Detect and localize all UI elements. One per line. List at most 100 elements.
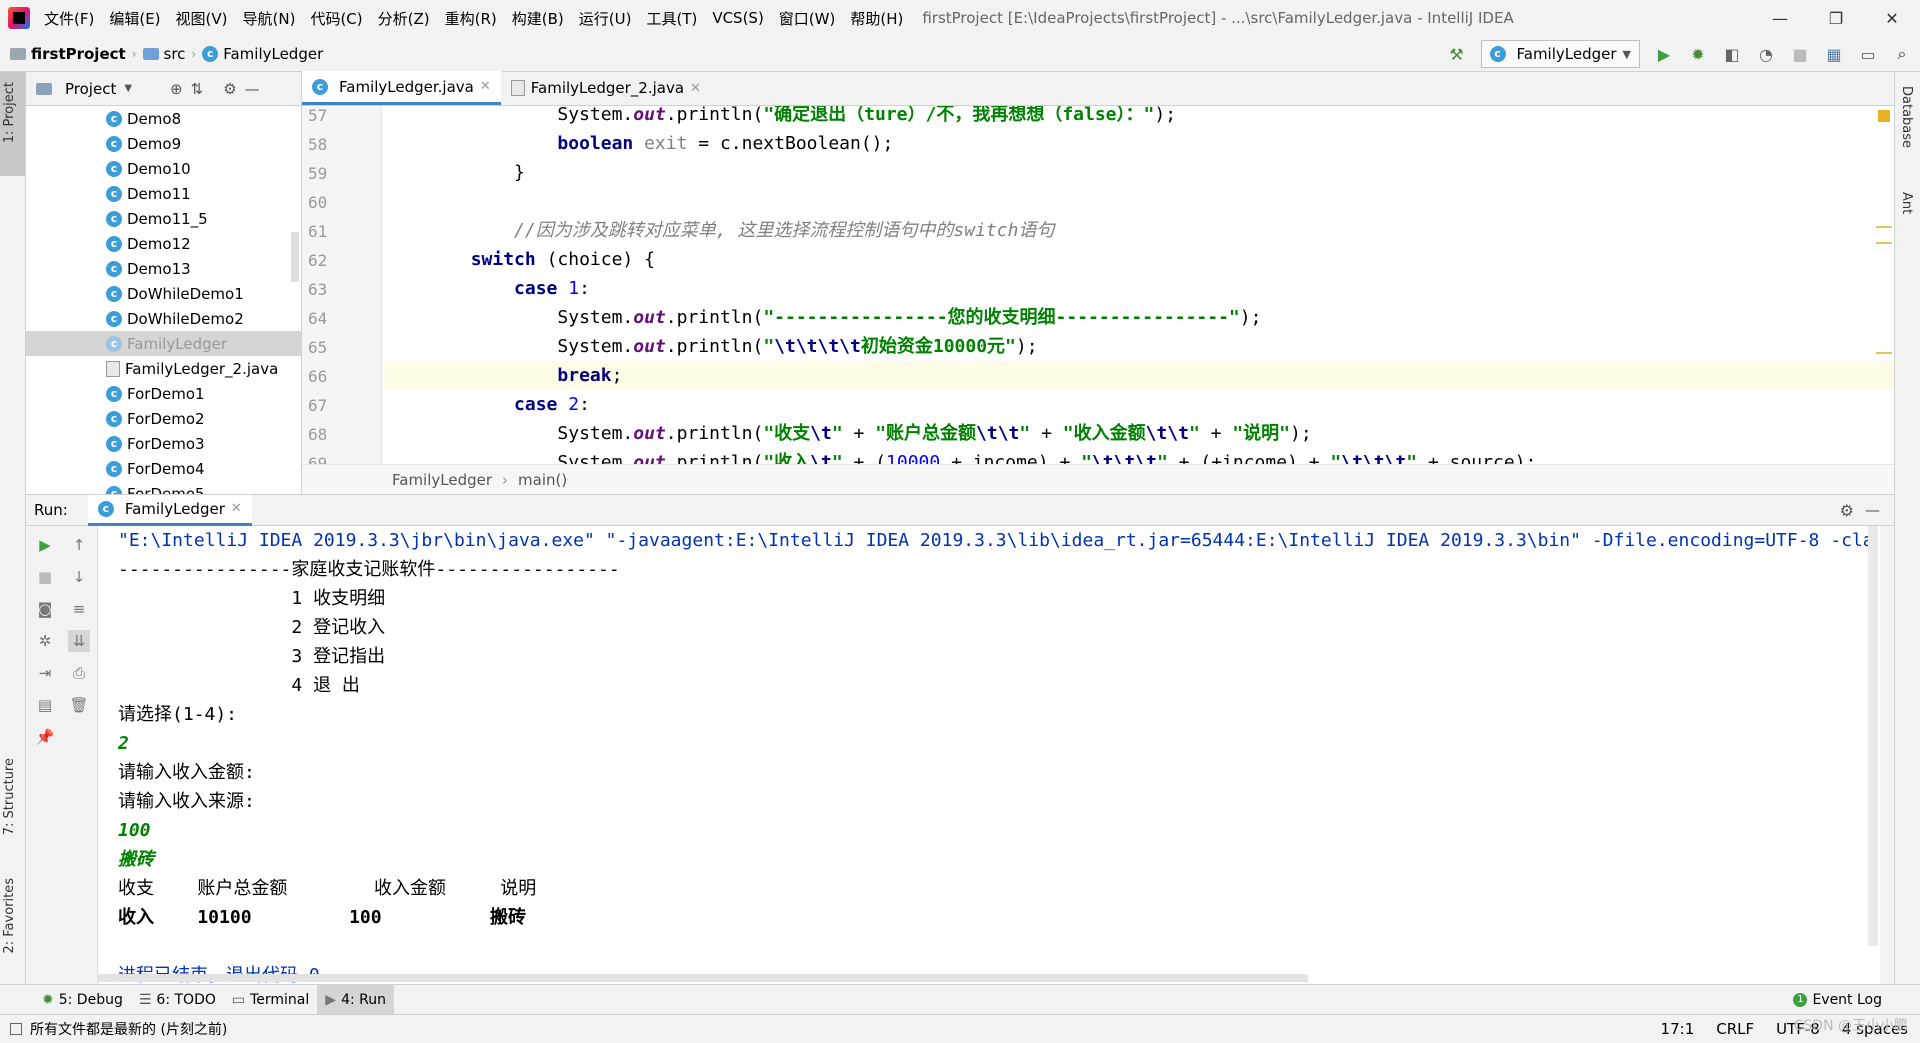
gear-icon[interactable]: ⚙ <box>223 80 236 98</box>
tree-item[interactable]: c Demo8 <box>26 106 301 131</box>
project-tool-tab[interactable]: 1: Project <box>2 82 17 143</box>
menu-view[interactable]: 视图(V) <box>176 8 228 29</box>
class-icon: c <box>106 160 122 177</box>
ant-tool-tab[interactable]: Ant <box>1899 192 1914 214</box>
exit-icon[interactable]: ⇥ <box>34 662 56 684</box>
stop-icon[interactable]: ■ <box>34 566 56 588</box>
tree-item[interactable]: c Demo9 <box>26 131 301 156</box>
favorites-tool-tab[interactable]: 2: Favorites <box>2 878 17 954</box>
scroll-up-icon[interactable]: ↑ <box>68 534 90 556</box>
tree-item-selected[interactable]: c FamilyLedger <box>26 331 301 356</box>
database-tool-tab[interactable]: Database <box>1899 86 1914 148</box>
tab-todo[interactable]: ☰ 6: TODO <box>131 985 224 1015</box>
hide-panel-icon[interactable]: — <box>245 80 260 98</box>
console-output[interactable]: "E:\IntelliJ IDEA 2019.3.3\jbr\bin\java.… <box>98 526 1880 984</box>
run-config-selector[interactable]: c FamilyLedger ▼ <box>1480 40 1640 68</box>
tree-item[interactable]: c ForDemo2 <box>26 406 301 431</box>
search-icon[interactable]: ⌕ <box>1892 44 1912 64</box>
minimize-icon[interactable]: — <box>1752 0 1808 36</box>
window-layout-icon[interactable]: ▭ <box>1858 44 1878 64</box>
coverage-icon[interactable]: ◧ <box>1722 44 1742 64</box>
cursor-position[interactable]: 17:1 <box>1661 1020 1695 1038</box>
tree-item[interactable]: c ForDemo3 <box>26 431 301 456</box>
tab-terminal[interactable]: ▭ Terminal <box>224 985 317 1015</box>
tab-debug[interactable]: ✹ 5: Debug <box>34 985 131 1015</box>
console-horizontal-scrollbar[interactable] <box>98 974 1308 982</box>
tab-familyledger-2-java[interactable]: FamilyLedger_2.java ✕ <box>501 71 711 105</box>
menu-refactor[interactable]: 重构(R) <box>445 8 497 29</box>
hide-panel-icon[interactable]: — <box>1865 501 1880 519</box>
build-hammer-icon[interactable]: ⚒ <box>1447 44 1467 64</box>
class-icon: c <box>106 235 122 252</box>
tree-item[interactable]: FamilyLedger_2.java <box>26 356 301 381</box>
run-icon[interactable]: ▶ <box>1654 44 1674 64</box>
rerun-icon[interactable]: ▶ <box>34 534 56 556</box>
tree-item[interactable]: c Demo11_5 <box>26 206 301 231</box>
menu-navigate[interactable]: 导航(N) <box>243 8 296 29</box>
menu-vcs[interactable]: VCS(S) <box>712 9 763 27</box>
chevron-down-icon[interactable]: ▼ <box>124 83 132 94</box>
tree-item[interactable]: c DoWhileDemo1 <box>26 281 301 306</box>
maximize-icon[interactable]: ❐ <box>1808 0 1864 36</box>
settings-icon[interactable]: ✲ <box>34 630 56 652</box>
camera-icon[interactable]: ◙ <box>34 598 56 620</box>
close-icon[interactable]: ✕ <box>480 79 491 94</box>
scroll-down-icon[interactable]: ↓ <box>68 566 90 588</box>
tree-item[interactable]: c ForDemo5 <box>26 481 301 494</box>
trash-icon[interactable]: 🗑 <box>68 694 90 716</box>
tree-item[interactable]: c Demo13 <box>26 256 301 281</box>
class-icon: c <box>106 135 122 152</box>
tree-item[interactable]: c ForDemo1 <box>26 381 301 406</box>
menu-file[interactable]: 文件(F) <box>44 8 94 29</box>
breadcrumb-file[interactable]: FamilyLedger <box>223 45 323 63</box>
print-icon[interactable]: ⎙ <box>68 662 90 684</box>
locate-icon[interactable]: ⊕ <box>170 80 183 98</box>
menu-window[interactable]: 窗口(W) <box>779 8 836 29</box>
menu-tools[interactable]: 工具(T) <box>646 8 697 29</box>
scroll-to-end-icon[interactable]: ⇊ <box>68 630 90 652</box>
close-icon[interactable]: ✕ <box>1864 0 1920 36</box>
error-stripe-marker[interactable] <box>1876 352 1892 354</box>
menu-analyze[interactable]: 分析(Z) <box>378 8 430 29</box>
menu-code[interactable]: 代码(C) <box>310 8 362 29</box>
error-stripe-marker[interactable] <box>1876 242 1892 244</box>
stop-icon[interactable]: ■ <box>1790 44 1810 64</box>
tree-item[interactable]: c Demo12 <box>26 231 301 256</box>
debug-bug-icon[interactable]: ✹ <box>1688 44 1708 64</box>
code-editor[interactable]: 57 58 59 60 61 62 63 64 65 66 67 68 69 S… <box>302 106 1894 464</box>
status-toggle-icon[interactable] <box>10 1022 22 1035</box>
close-icon[interactable]: ✕ <box>690 81 701 96</box>
menu-edit[interactable]: 编辑(E) <box>109 8 160 29</box>
line-separator[interactable]: CRLF <box>1716 1020 1754 1038</box>
breadcrumb-src[interactable]: src <box>164 45 186 63</box>
soft-wrap-icon[interactable]: ≡ <box>68 598 90 620</box>
profile-icon[interactable]: ◔ <box>1756 44 1776 64</box>
breadcrumb-method[interactable]: main() <box>518 471 567 489</box>
structure-tool-tab[interactable]: 7: Structure <box>2 758 17 835</box>
layout-icon[interactable]: ▤ <box>34 694 56 716</box>
menu-help[interactable]: 帮助(H) <box>850 8 903 29</box>
console-vertical-scrollbar[interactable] <box>1868 526 1878 946</box>
project-structure-icon[interactable]: ▦ <box>1824 44 1844 64</box>
tree-scrollbar[interactable] <box>291 232 299 282</box>
inspection-warning-icon[interactable] <box>1878 110 1890 122</box>
breadcrumb-project[interactable]: firstProject <box>31 45 126 63</box>
tab-run[interactable]: ▶ 4: Run <box>317 984 394 1015</box>
tree-item[interactable]: c DoWhileDemo2 <box>26 306 301 331</box>
run-tab-familyledger[interactable]: c FamilyLedger ✕ <box>87 494 252 526</box>
tree-item[interactable]: c ForDemo4 <box>26 456 301 481</box>
tree-item[interactable]: c Demo11 <box>26 181 301 206</box>
tab-familyledger-java[interactable]: c FamilyLedger.java ✕ <box>302 71 501 105</box>
menu-run[interactable]: 运行(U) <box>579 8 632 29</box>
collapse-all-icon[interactable]: ⇅ <box>191 80 204 98</box>
error-stripe-marker[interactable] <box>1876 226 1892 228</box>
menu-build[interactable]: 构建(B) <box>512 8 564 29</box>
pin-icon[interactable]: 📌 <box>34 726 56 748</box>
close-icon[interactable]: ✕ <box>231 501 242 516</box>
event-log-button[interactable]: 1 Event Log <box>1785 985 1890 1015</box>
bottom-tool-bar: ✹ 5: Debug ☰ 6: TODO ▭ Terminal ▶ 4: Run… <box>0 984 1920 1015</box>
project-panel-title[interactable]: Project <box>65 80 116 98</box>
tree-item[interactable]: c Demo10 <box>26 156 301 181</box>
gear-icon[interactable]: ⚙ <box>1840 501 1854 520</box>
breadcrumb-class[interactable]: FamilyLedger <box>392 471 492 489</box>
